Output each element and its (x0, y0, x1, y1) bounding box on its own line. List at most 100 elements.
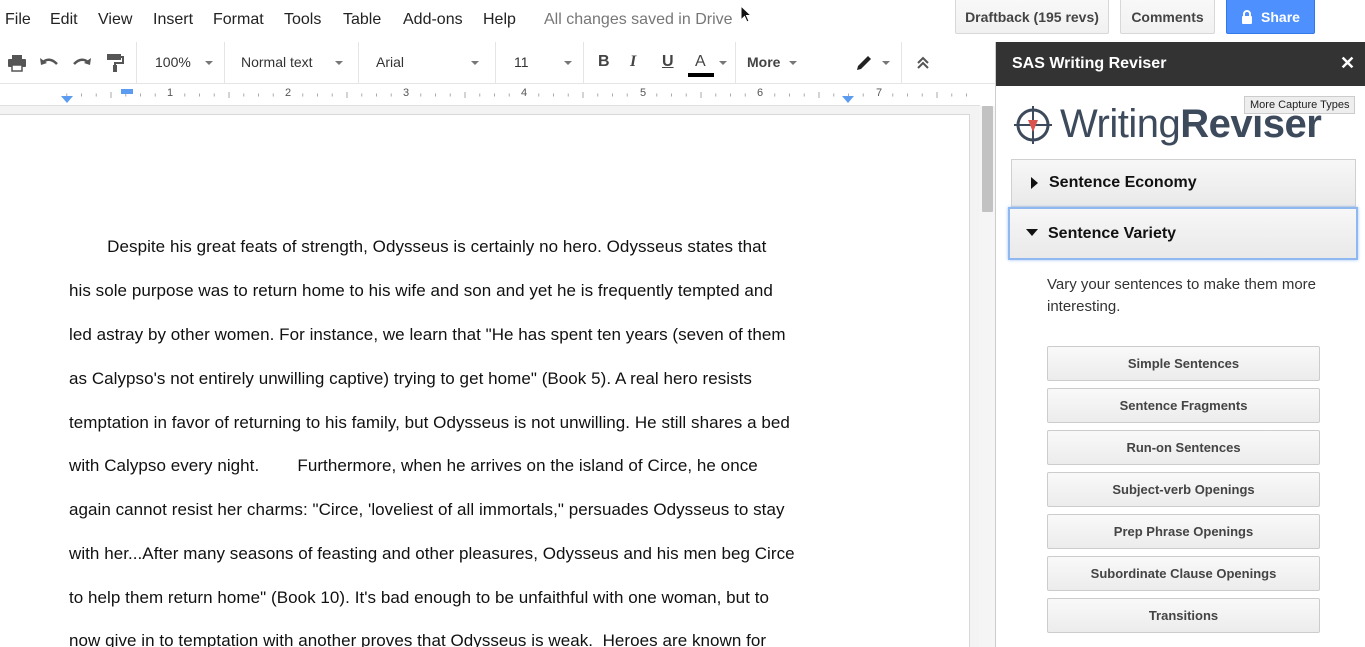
section-label: Sentence Economy (1049, 174, 1197, 191)
draftback-button[interactable]: Draftback (195 revs) (955, 0, 1109, 34)
right-indent-marker-icon[interactable] (842, 96, 854, 104)
chevron-down-icon (205, 61, 213, 65)
underline-button[interactable]: U (662, 53, 674, 71)
menu-help[interactable]: Help (483, 11, 516, 29)
ruler-number: 3 (403, 87, 410, 99)
collapse-toolbar-icon[interactable] (911, 51, 935, 75)
section-sentence-economy[interactable]: Sentence Economy (1011, 159, 1356, 207)
document-text-line[interactable]: now give in to temptation with another p… (69, 631, 766, 647)
ruler-number: 1 (167, 87, 174, 99)
menu-insert[interactable]: Insert (153, 11, 193, 29)
text-color-button[interactable]: A (695, 53, 706, 71)
share-button[interactable]: Share (1226, 0, 1315, 34)
print-icon[interactable] (5, 51, 29, 75)
lock-icon (1242, 9, 1253, 24)
chevron-down-icon (564, 61, 572, 65)
chevron-down-icon (719, 61, 727, 65)
section-description: Vary your sentences to make them more in… (1047, 276, 1317, 315)
text-color-swatch (688, 73, 714, 77)
comments-button[interactable]: Comments (1120, 0, 1215, 34)
document-text-line[interactable]: Despite his great feats of strength, Ody… (69, 237, 766, 257)
chevron-down-icon (471, 61, 479, 65)
menu-view[interactable]: View (98, 11, 132, 29)
triangle-right-icon (1031, 177, 1038, 189)
share-label: Share (1261, 8, 1300, 25)
document-text-line[interactable]: as Calypso's not entirely unwilling capt… (69, 369, 752, 389)
close-icon[interactable]: ✕ (1340, 53, 1355, 74)
document-canvas: Despite his great feats of strength, Ody… (0, 106, 995, 647)
document-text-line[interactable]: to help them return home" (Book 10). It'… (69, 588, 769, 608)
button-label: Subordinate Clause Openings (1090, 566, 1277, 581)
document-text-line[interactable]: again cannot resist her charms: "Circe, … (69, 500, 785, 520)
chevron-down-icon (789, 61, 797, 65)
app-window: File Edit View Insert Format Tools Table… (0, 0, 1365, 647)
bold-button[interactable]: B (598, 53, 610, 71)
zoom-dropdown[interactable]: 100% (155, 54, 191, 70)
chevron-down-icon (335, 61, 343, 65)
draftback-label: Draftback (195 revs) (965, 8, 1099, 25)
menu-bar: File Edit View Insert Format Tools Table… (0, 0, 1365, 42)
writing-reviser-sidebar: SAS Writing Reviser ✕ WritingReviser Sen… (995, 42, 1365, 647)
ruler-number: 5 (640, 87, 647, 99)
ruler-number: 6 (757, 87, 764, 99)
document-text-line[interactable]: with her...After many seasons of feastin… (69, 544, 795, 564)
sidebar-title: SAS Writing Reviser (1012, 55, 1167, 72)
transitions-button[interactable]: Transitions (1047, 598, 1320, 633)
prep-phrase-openings-button[interactable]: Prep Phrase Openings (1047, 514, 1320, 549)
toolbar-divider (136, 42, 137, 84)
style-dropdown[interactable]: Normal text (241, 54, 313, 70)
redo-icon[interactable] (70, 51, 94, 75)
toolbar-divider (358, 42, 359, 84)
run-on-sentences-button[interactable]: Run-on Sentences (1047, 430, 1320, 465)
mouse-cursor-icon (740, 5, 752, 23)
save-status[interactable]: All changes saved in Drive (544, 11, 733, 29)
menu-file[interactable]: File (5, 11, 31, 29)
toolbar-divider (901, 42, 902, 84)
paint-format-icon[interactable] (103, 51, 127, 75)
undo-icon[interactable] (37, 51, 61, 75)
sidebar-header: SAS Writing Reviser ✕ (996, 42, 1365, 86)
menu-addons[interactable]: Add-ons (403, 11, 463, 29)
menu-table[interactable]: Table (343, 11, 381, 29)
chevron-down-icon (882, 61, 890, 65)
menu-tools[interactable]: Tools (284, 11, 321, 29)
toolbar-divider (224, 42, 225, 84)
toolbar-divider (735, 42, 736, 84)
formatting-toolbar: 100% Normal text Arial 11 B I U A More (0, 42, 995, 84)
document-scrollbar-thumb[interactable] (982, 106, 993, 212)
toolbar-divider (495, 42, 496, 84)
font-dropdown[interactable]: Arial (376, 54, 404, 70)
button-label: Subject-verb Openings (1112, 482, 1255, 497)
sentence-fragments-button[interactable]: Sentence Fragments (1047, 388, 1320, 423)
ruler-number: 2 (285, 87, 292, 99)
ruler: 1 2 3 4 5 6 7 (0, 84, 980, 106)
section-label: Sentence Variety (1048, 225, 1177, 242)
subject-verb-openings-button[interactable]: Subject-verb Openings (1047, 472, 1320, 507)
font-size-dropdown[interactable]: 11 (514, 54, 529, 70)
menu-edit[interactable]: Edit (50, 11, 78, 29)
subordinate-clause-openings-button[interactable]: Subordinate Clause Openings (1047, 556, 1320, 591)
pencil-icon[interactable] (852, 51, 876, 75)
triangle-down-icon (1026, 229, 1038, 236)
document-text-line[interactable]: temptation in favor of returning to his … (69, 413, 790, 433)
menu-format[interactable]: Format (213, 11, 264, 29)
toolbar-divider (583, 42, 584, 84)
document-text-line[interactable]: with Calypso every night. Furthermore, w… (69, 456, 758, 476)
document-text-line[interactable]: led astray by other women. For instance,… (69, 325, 786, 345)
ruler-number: 4 (521, 87, 528, 99)
comments-label: Comments (1131, 8, 1204, 25)
simple-sentences-button[interactable]: Simple Sentences (1047, 346, 1320, 381)
first-line-indent-marker-icon[interactable] (121, 89, 133, 94)
ruler-ticks (66, 92, 967, 98)
more-dropdown[interactable]: More (747, 54, 780, 70)
left-indent-marker-icon[interactable] (61, 96, 73, 104)
button-label: Simple Sentences (1127, 356, 1240, 371)
document-page[interactable]: Despite his great feats of strength, Ody… (0, 114, 970, 647)
button-label: Prep Phrase Openings (1113, 524, 1254, 539)
document-text-line[interactable]: his sole purpose was to return home to h… (69, 281, 773, 301)
button-label: Transitions (1148, 608, 1219, 623)
button-label: Sentence Fragments (1119, 398, 1248, 413)
italic-button[interactable]: I (630, 53, 636, 71)
button-label: Run-on Sentences (1126, 440, 1241, 455)
section-sentence-variety[interactable]: Sentence Variety (1008, 207, 1358, 260)
